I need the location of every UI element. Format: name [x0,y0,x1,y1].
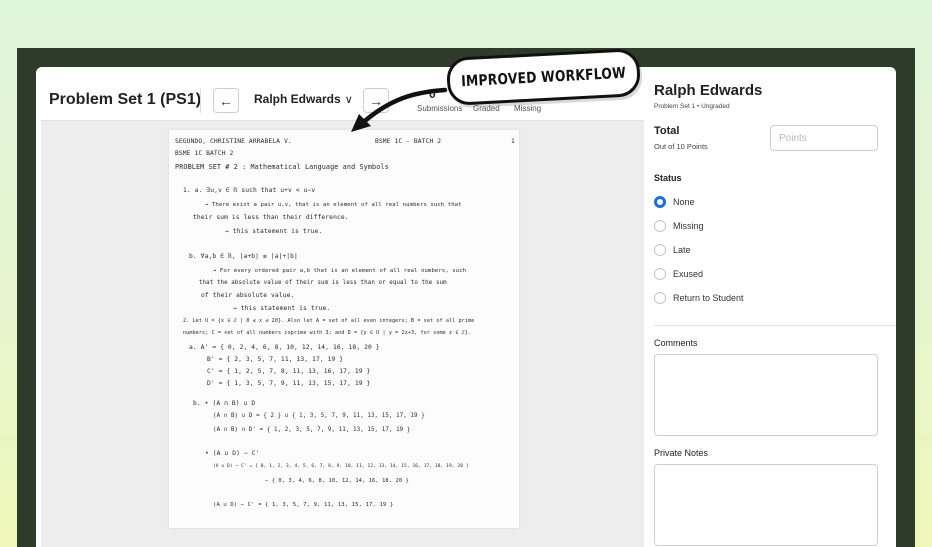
status-option-label: Exused [673,269,704,279]
page-title: Problem Set 1 (PS1) [49,91,202,108]
doc-line: → this statement is true. [225,228,323,235]
doc-line: (A ∩ B) ∩ D' = { 1, 2, 3, 5, 7, 9, 11, 1… [213,427,411,433]
improved-workflow-callout: IMPROVED WORKFLOW [445,47,642,107]
doc-line: b. • (A ∩ B) ∪ D [193,400,256,407]
doc-line: 1 [511,138,515,145]
doc-line: (A ∪ D) − C' = { 1, 3, 5, 7, 9, 11, 13, … [213,502,394,508]
doc-line: → For every ordered pair a,b that is an … [213,268,467,274]
arrow-left-icon: ← [219,92,233,109]
out-of-label: Out of 10 Points [654,142,708,151]
graded-label: Graded [473,104,500,113]
student-selector[interactable]: Ralph Edwards ∨ [254,92,353,106]
private-notes-field[interactable] [654,464,878,546]
doc-line: 1. a. ∃u,v ∈ ℝ such that u+v < u−v [183,187,316,194]
doc-line: C' = { 1, 2, 5, 7, 8, 11, 13, 16, 17, 19… [207,368,371,375]
radio-selected-icon[interactable] [654,196,666,208]
status-option-none[interactable]: None [654,195,695,209]
doc-line: B' = { 2, 3, 5, 7, 11, 13, 17, 19 } [207,356,344,363]
document-viewer[interactable]: SEGUNDO, CHRISTINE ARRABELA V. BSME 1C -… [41,120,644,547]
status-option-label: Missing [673,221,704,231]
doc-line: (A ∩ B) ∪ D = { 2 } ∪ { 1, 3, 5, 7, 9, 1… [213,413,425,419]
doc-line: that the absolute value of their sum is … [199,280,447,286]
comments-label: Comments [654,338,698,348]
status-label: Status [654,173,682,183]
doc-line: of their absolute value. [201,292,295,299]
missing-label: Missing [514,104,542,113]
points-input[interactable] [770,125,878,151]
panel-divider [654,325,896,326]
radio-icon[interactable] [654,292,666,304]
radio-icon[interactable] [654,244,666,256]
doc-line: BSME 1C BATCH 2 [175,150,234,157]
callout-text: IMPROVED WORKFLOW [460,63,627,91]
doc-line: → this statement is true. [233,305,331,312]
private-notes-label: Private Notes [654,448,709,458]
doc-line: PROBLEM SET # 2 : Mathematical Language … [175,163,389,171]
status-option-missing[interactable]: Missing [654,219,704,233]
doc-line: • (A ∪ D) − C' [205,450,260,457]
annotation-arrow-icon [351,87,448,132]
total-label: Total [654,125,680,137]
doc-line: 2. Let U = {x ∈ ℤ | 0 ≤ x ≤ 20}. Also le… [183,318,475,324]
panel-subtitle: Problem Set 1 • Ungraded [654,103,730,110]
doc-line: → There exist a pair u,v, that is an ele… [205,202,462,208]
doc-line: D' = { 1, 3, 5, 7, 9, 11, 13, 15, 17, 19… [207,380,371,387]
grading-window: Problem Set 1 (PS1) ← Ralph Edwards ∨ → 0… [36,67,896,547]
status-option-label: None [673,197,695,207]
previous-student-button[interactable]: ← [213,88,239,113]
panel-student-name: Ralph Edwards [654,82,763,99]
status-option-late[interactable]: Late [654,243,691,257]
doc-line: their sum is less than their difference. [193,214,349,221]
status-option-label: Return to Student [673,293,744,303]
submission-page: SEGUNDO, CHRISTINE ARRABELA V. BSME 1C -… [169,130,519,528]
doc-line: − { 0, 3, 4, 6, 8, 10, 12, 14, 16, 18, 2… [265,478,409,484]
status-option-return[interactable]: Return to Student [654,291,744,305]
student-name: Ralph Edwards [254,92,341,106]
doc-line: b. ∀a,b ∈ ℝ, |a+b| ≤ |a|+|b| [189,253,298,260]
doc-line: numbers; C = set of all numbers coprime … [183,330,472,336]
grading-panel: Ralph Edwards Problem Set 1 • Ungraded T… [646,67,896,547]
radio-icon[interactable] [654,220,666,232]
doc-line: SEGUNDO, CHRISTINE ARRABELA V. [175,138,292,145]
doc-line: (A ∪ D) − C' = { 0, 1, 2, 3, 4, 5, 6, 7,… [213,464,469,469]
status-option-label: Late [673,245,691,255]
status-option-excused[interactable]: Exused [654,267,703,281]
header-divider [200,89,201,113]
doc-line: a. A' = { 0, 2, 4, 6, 8, 10, 12, 14, 16,… [189,344,380,351]
comments-field[interactable] [654,354,878,436]
radio-icon[interactable] [654,268,666,280]
